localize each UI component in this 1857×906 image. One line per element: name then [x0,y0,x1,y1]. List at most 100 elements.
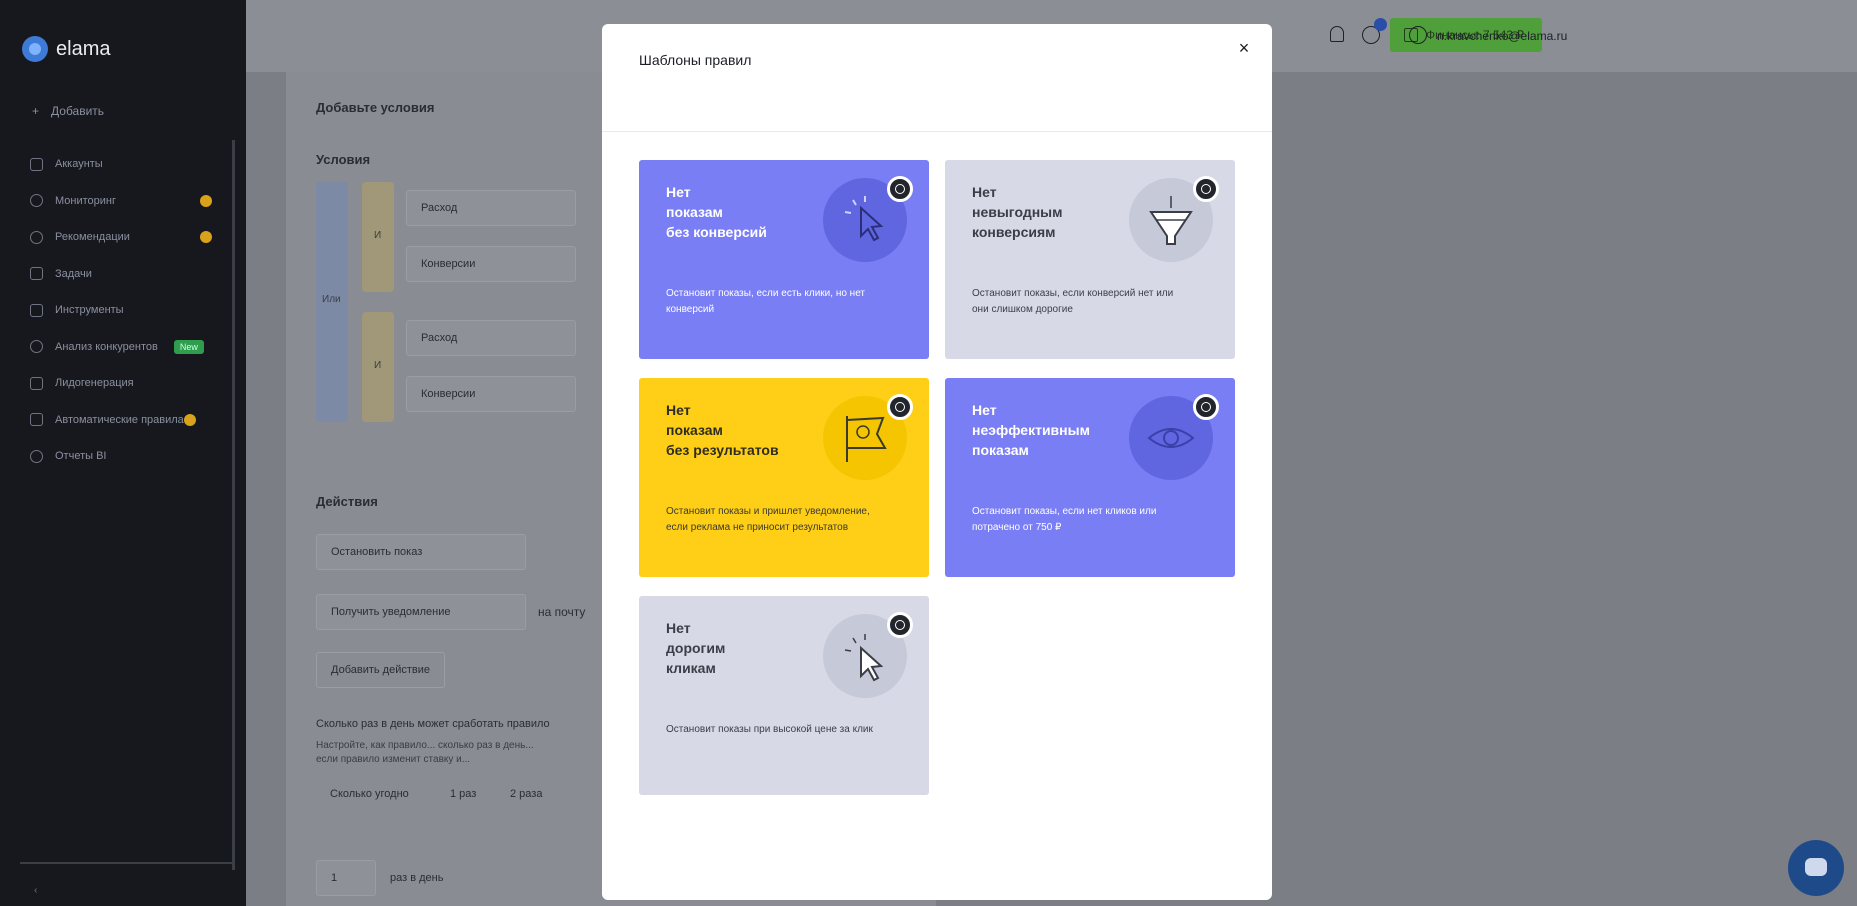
add-button[interactable]: + Добавить [32,104,104,118]
freq-option-once[interactable]: 1 раз [436,776,490,812]
select-label: Получить уведомление [331,606,451,618]
sidebar-nav: Аккаунты Мониторинг Рекомендации Задачи … [30,146,230,475]
add-conditions-heading: Добавьте условия [316,100,435,115]
modal-title: Шаблоны правил [639,52,752,68]
field-label: Расход [421,202,458,214]
sidebar-item-tasks[interactable]: Задачи [30,256,230,293]
user-email[interactable]: n.kravchenko@elama.ru [1437,29,1567,43]
rule-templates-modal: Шаблоны правил × Нет показам без конверс… [602,24,1272,900]
template-card-ineffective-impressions[interactable]: Нет неэффективным показам Остановит пока… [945,378,1235,577]
card-title: Нет показам без конверсий [666,184,767,240]
chat-button[interactable] [1788,840,1844,896]
frequency-description-2: если правило изменит ставку и... [316,754,471,765]
search-icon [30,340,43,354]
elama-logo-icon [22,36,48,62]
actions-heading: Действия [316,494,378,509]
card-description: Остановит показы при высокой цене за кли… [666,724,873,735]
condition-field-spend-2[interactable]: Расход [406,320,576,356]
sidebar-item-label: Аккаунты [55,158,103,171]
sidebar-scrollbar[interactable] [232,140,235,870]
freq-option-any[interactable]: Сколько угодно [316,776,423,812]
sidebar-item-reports[interactable]: Отчеты BI [30,438,230,475]
tasks-icon [30,267,43,281]
field-label: Конверсии [421,258,476,270]
condition-field-conversions[interactable]: Конверсии [406,246,576,282]
megaphone-icon [30,376,43,390]
sidebar-item-label: Мониторинг [55,194,117,207]
card-description: Остановит показы, если нет кликов или по… [972,506,1157,533]
sidebar-item-label: Задачи [55,267,92,280]
option-label: Сколько угодно [330,788,409,800]
input-value: 1 [331,872,338,884]
frequency-number-input[interactable]: 1 [316,860,376,896]
sidebar-item-label: Лидогенерация [55,377,134,390]
sidebar-item-recommendations[interactable]: Рекомендации [30,219,230,256]
add-label: Добавить [51,104,105,118]
add-action-button[interactable]: Добавить действие [316,652,445,688]
sidebar-item-leadgen[interactable]: Лидогенерация [30,365,230,402]
notification-dot [200,231,212,243]
card-title: Нет невыгодным конверсиям [972,184,1063,240]
template-card-unprofitable-conversions[interactable]: Нет невыгодным конверсиям Остановит пока… [945,160,1235,359]
template-badge-icon [887,176,913,202]
notification-dot [184,413,196,426]
brand-name: elama [56,37,111,60]
or-group-bar[interactable]: Или [316,182,348,422]
sidebar-item-monitoring[interactable]: Мониторинг [30,183,230,220]
sidebar-item-tools[interactable]: Инструменты [30,292,230,329]
card-title: Нет дорогим кликам [666,620,726,676]
notify-suffix: на почту [538,605,586,619]
new-badge: New [173,339,204,354]
select-label: Остановить показ [331,546,423,558]
wrench-icon [30,303,43,317]
sidebar-divider [20,862,232,864]
sidebar-item-label: Анализ конкурентов [55,340,158,353]
frequency-description: Настройте, как правило... сколько раз в … [316,740,534,751]
conditions-heading: Условия [316,152,371,167]
card-description: Остановит показы и пришлет уведомление, … [666,506,870,533]
sidebar-item-label: Отчеты BI [55,450,107,463]
field-label: Конверсии [421,388,476,400]
template-badge-icon [887,394,913,420]
close-icon[interactable]: × [1232,36,1256,60]
condition-field-spend[interactable]: Расход [406,190,576,226]
sidebar-item-label: Рекомендации [55,231,130,244]
sidebar-item-label: Автоматические правила [55,413,184,426]
sidebar-item-auto-rules[interactable]: Автоматические правила [30,402,230,439]
frequency-unit: раз в день [390,872,444,884]
field-label: Расход [421,332,458,344]
template-card-no-results[interactable]: Нет показам без результатов Остановит по… [639,378,929,577]
reports-icon [30,449,43,463]
template-card-expensive-clicks[interactable]: Нет дорогим кликам Остановит показы при … [639,596,929,795]
template-badge-icon [1193,394,1219,420]
and-label: И [374,360,382,371]
clock-icon [30,194,43,208]
accounts-icon [30,157,43,171]
freq-option-twice[interactable]: 2 раза [496,776,556,812]
bell-icon[interactable] [1330,26,1344,42]
action-notify-select[interactable]: Получить уведомление [316,594,526,630]
option-label: 1 раз [450,788,477,800]
or-label: Или [322,294,341,305]
sidebar-item-accounts[interactable]: Аккаунты [30,146,230,183]
and-group-bar-1[interactable]: И [362,182,394,292]
sidebar: elama + Добавить Аккаунты Мониторинг Рек… [0,0,246,906]
button-label: Добавить действие [331,664,430,676]
notification-dot [200,194,212,207]
card-description: Остановит показы, если есть клики, но не… [666,288,866,315]
and-group-bar-2[interactable]: И [362,312,394,422]
template-card-no-conversions[interactable]: Нет показам без конверсий Остановит пока… [639,160,929,359]
condition-field-conversions-2[interactable]: Конверсии [406,376,576,412]
action-stop-select[interactable]: Остановить показ [316,534,526,570]
card-title: Нет показам без результатов [666,402,779,458]
template-badge-icon [1193,176,1219,202]
brand-logo[interactable]: elama [22,36,110,62]
globe-icon[interactable] [1409,26,1427,44]
card-description: Остановит показы, если конверсий нет или… [972,288,1174,315]
sidebar-item-competitors[interactable]: Анализ конкурентов New [30,329,230,366]
option-label: 2 раза [510,788,543,800]
sidebar-item-label: Инструменты [55,304,124,317]
collapse-sidebar-icon[interactable]: ‹ [34,885,37,896]
help-notification-dot [1374,18,1387,31]
template-badge-icon [887,612,913,638]
